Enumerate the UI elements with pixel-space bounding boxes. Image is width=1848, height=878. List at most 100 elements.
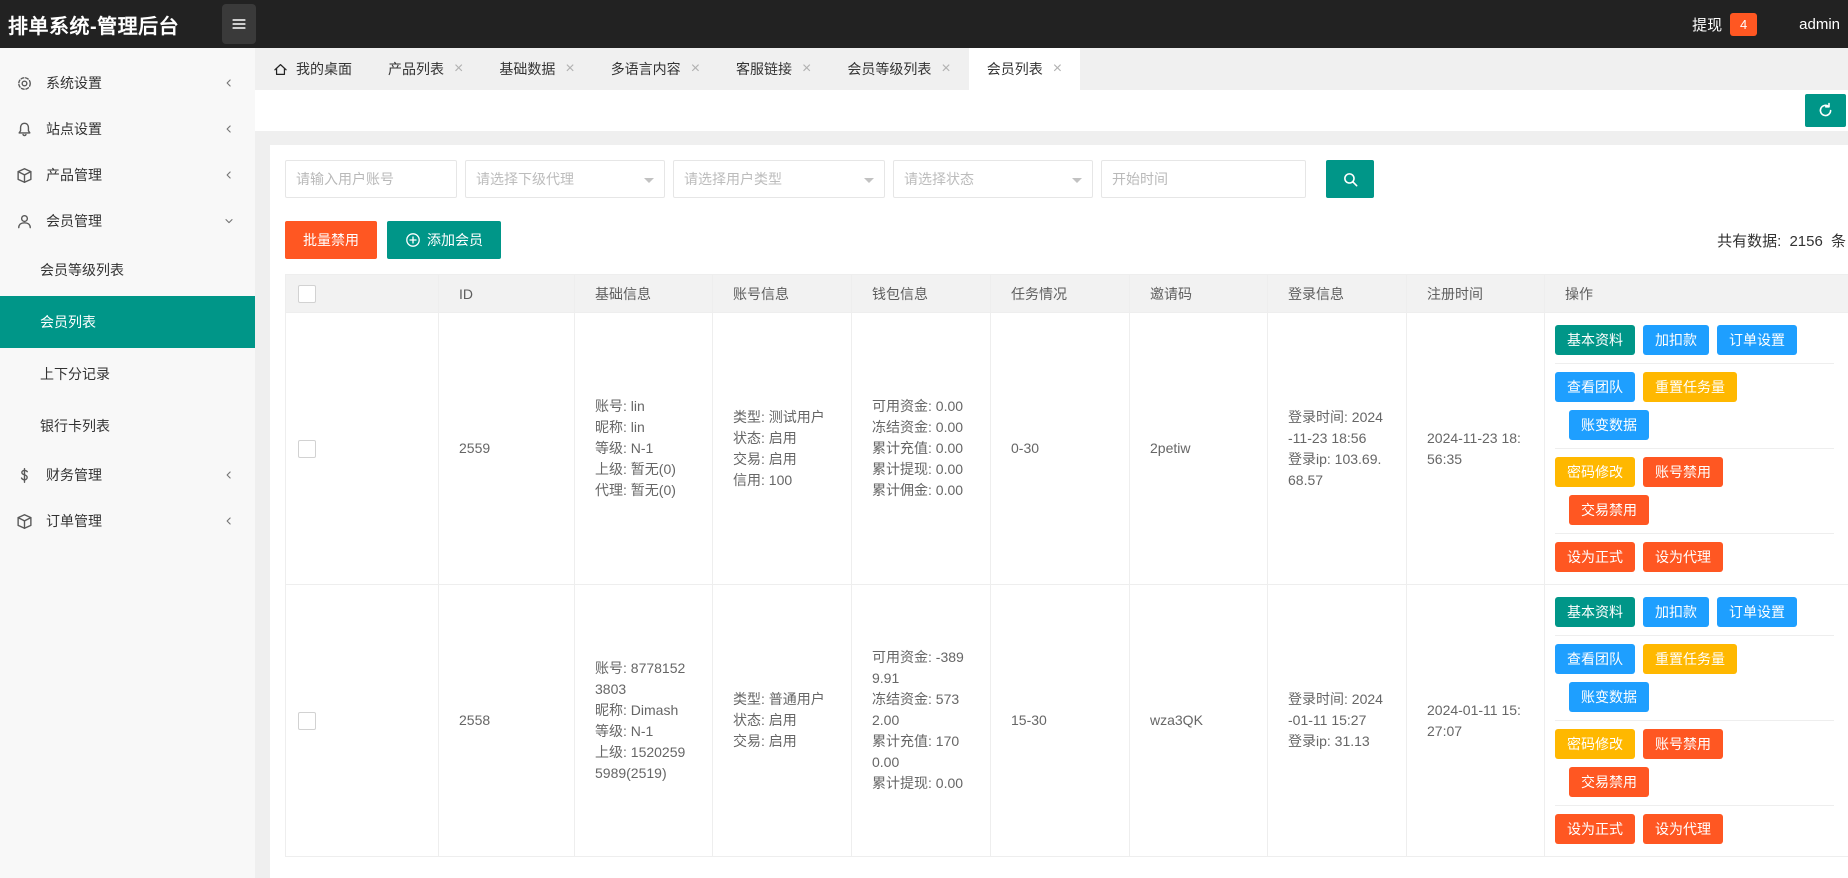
op-group: 基本资料加扣款订单设置 <box>1555 589 1834 635</box>
withdraw-count-badge[interactable]: 4 <box>1730 13 1757 36</box>
close-icon[interactable]: × <box>802 61 811 77</box>
close-icon[interactable]: × <box>1053 61 1062 77</box>
table-row: 2559账号: lin昵称: lin等级: N-1上级: 暂无(0)代理: 暂无… <box>286 313 1848 585</box>
order-settings-button[interactable]: 订单设置 <box>1717 597 1797 627</box>
tab[interactable]: 基础数据× <box>481 48 592 90</box>
header-right: 提现 4 admin <box>1692 13 1848 36</box>
cell-line: 交易: 启用 <box>733 449 831 470</box>
op-group: 基本资料加扣款订单设置 <box>1555 317 1834 363</box>
close-icon[interactable]: × <box>454 61 463 77</box>
cell-basic-info: 账号: 87781523803昵称: Dimash等级: N-1上级: 1520… <box>575 585 713 857</box>
cell-line: 类型: 测试用户 <box>733 407 831 428</box>
plus-circle-icon <box>405 232 421 248</box>
status-select-placeholder: 请选择状态 <box>904 169 974 189</box>
row-checkbox[interactable] <box>298 712 316 730</box>
member-table-wrap: ID基础信息账号信息钱包信息任务情况邀请码登录信息注册时间操作2559账号: l… <box>285 274 1848 857</box>
sidebar-item[interactable]: 会员管理 <box>0 198 255 244</box>
adjust-balance-button[interactable]: 加扣款 <box>1643 325 1709 355</box>
start-time-input[interactable] <box>1101 160 1306 198</box>
change-password-button[interactable]: 密码修改 <box>1555 457 1635 487</box>
refresh-button[interactable] <box>1805 94 1846 127</box>
disable-trade-button[interactable]: 交易禁用 <box>1569 767 1649 797</box>
batch-disable-button[interactable]: 批量禁用 <box>285 221 377 259</box>
status-select[interactable]: 请选择状态 <box>893 160 1093 198</box>
set-agent-button[interactable]: 设为代理 <box>1643 542 1723 572</box>
tab-label: 多语言内容 <box>611 59 681 79</box>
tab[interactable]: 产品列表× <box>370 48 481 90</box>
basic-profile-button[interactable]: 基本资料 <box>1555 597 1635 627</box>
sidebar-item[interactable]: 站点设置 <box>0 106 255 152</box>
select-all-checkbox[interactable] <box>298 285 316 303</box>
disable-trade-button[interactable]: 交易禁用 <box>1569 495 1649 525</box>
tab[interactable]: 客服链接× <box>718 48 829 90</box>
op-group: 设为正式设为代理 <box>1555 805 1834 852</box>
reset-task-button[interactable]: 重置任务量 <box>1643 372 1737 402</box>
view-team-button[interactable]: 查看团队 <box>1555 372 1635 402</box>
tab[interactable]: 我的桌面 <box>255 48 370 90</box>
view-team-button[interactable]: 查看团队 <box>1555 644 1635 674</box>
search-button[interactable] <box>1326 160 1374 198</box>
set-agent-button[interactable]: 设为代理 <box>1643 814 1723 844</box>
total-count-unit: 条 <box>1831 233 1846 250</box>
cell-line: 类型: 普通用户 <box>733 689 831 710</box>
gear-icon <box>16 75 33 92</box>
tab[interactable]: 会员列表× <box>969 48 1080 90</box>
close-icon[interactable]: × <box>941 61 950 77</box>
cell-line: 登录时间: 2024-11-23 18:56 <box>1288 407 1386 449</box>
cell-line: 可用资金: 0.00 <box>872 396 970 417</box>
cell-line: 昵称: lin <box>595 417 692 438</box>
cell-login-info: 登录时间: 2024-11-23 18:56登录ip: 103.69.68.57 <box>1268 313 1407 585</box>
column-header: 登录信息 <box>1268 275 1407 313</box>
user-type-select[interactable]: 请选择用户类型 <box>673 160 885 198</box>
cell-task: 0-30 <box>991 313 1130 585</box>
tab[interactable]: 会员等级列表× <box>829 48 968 90</box>
set-official-button[interactable]: 设为正式 <box>1555 542 1635 572</box>
sidebar-subitem[interactable]: 银行卡列表 <box>0 400 255 452</box>
account-search-input[interactable] <box>285 160 457 198</box>
reset-task-button[interactable]: 重置任务量 <box>1643 644 1737 674</box>
total-count-value: 2156 <box>1789 233 1822 250</box>
user-icon <box>16 213 33 230</box>
username[interactable]: admin <box>1799 16 1840 33</box>
close-icon[interactable]: × <box>691 61 700 77</box>
op-line: 设为正式设为代理 <box>1555 542 1834 572</box>
close-icon[interactable]: × <box>565 61 574 77</box>
order-settings-button[interactable]: 订单设置 <box>1717 325 1797 355</box>
sidebar-subitem[interactable]: 会员等级列表 <box>0 244 255 296</box>
cell-account-info: 类型: 普通用户状态: 启用交易: 启用 <box>713 585 852 857</box>
sidebar-item[interactable]: 订单管理 <box>0 498 255 544</box>
adjust-balance-button[interactable]: 加扣款 <box>1643 597 1709 627</box>
set-official-button[interactable]: 设为正式 <box>1555 814 1635 844</box>
column-header: 任务情况 <box>991 275 1130 313</box>
add-member-button[interactable]: 添加会员 <box>387 221 501 259</box>
cell-line: 登录ip: 31.13 <box>1288 731 1386 752</box>
change-password-button[interactable]: 密码修改 <box>1555 729 1635 759</box>
row-checkbox[interactable] <box>298 440 316 458</box>
account-change-button[interactable]: 账变数据 <box>1569 410 1649 440</box>
op-line: 账变数据 <box>1555 682 1834 712</box>
disable-account-button[interactable]: 账号禁用 <box>1643 457 1723 487</box>
cell-wallet-info: 可用资金: 0.00冻结资金: 0.00累计充值: 0.00累计提现: 0.00… <box>852 313 991 585</box>
cell-operations: 基本资料加扣款订单设置查看团队重置任务量账变数据密码修改账号禁用交易禁用设为正式… <box>1545 585 1848 857</box>
sidebar-subitem[interactable]: 会员列表 <box>0 296 255 348</box>
sidebar-toggle-button[interactable] <box>222 4 256 44</box>
withdraw-link[interactable]: 提现 <box>1692 14 1722 35</box>
basic-profile-button[interactable]: 基本资料 <box>1555 325 1635 355</box>
cell-register-time: 2024-01-11 15:27:07 <box>1407 585 1545 857</box>
agent-select[interactable]: 请选择下级代理 <box>465 160 665 198</box>
app-title: 排单系统-管理后台 <box>0 10 216 39</box>
sidebar-item[interactable]: 财务管理 <box>0 452 255 498</box>
sidebar-item[interactable]: 产品管理 <box>0 152 255 198</box>
menu-icon <box>230 15 248 33</box>
cell-line: 冻结资金: 0.00 <box>872 417 970 438</box>
sidebar-subitem[interactable]: 上下分记录 <box>0 348 255 400</box>
search-icon <box>1342 171 1359 188</box>
op-group: 设为正式设为代理 <box>1555 533 1834 580</box>
disable-account-button[interactable]: 账号禁用 <box>1643 729 1723 759</box>
tab[interactable]: 多语言内容 × <box>593 48 718 90</box>
header-checkbox-cell <box>286 275 439 313</box>
sidebar-item[interactable]: 系统设置 <box>0 60 255 106</box>
chevron-down-icon <box>223 215 235 227</box>
account-change-button[interactable]: 账变数据 <box>1569 682 1649 712</box>
chevron-down-icon <box>1072 178 1082 188</box>
